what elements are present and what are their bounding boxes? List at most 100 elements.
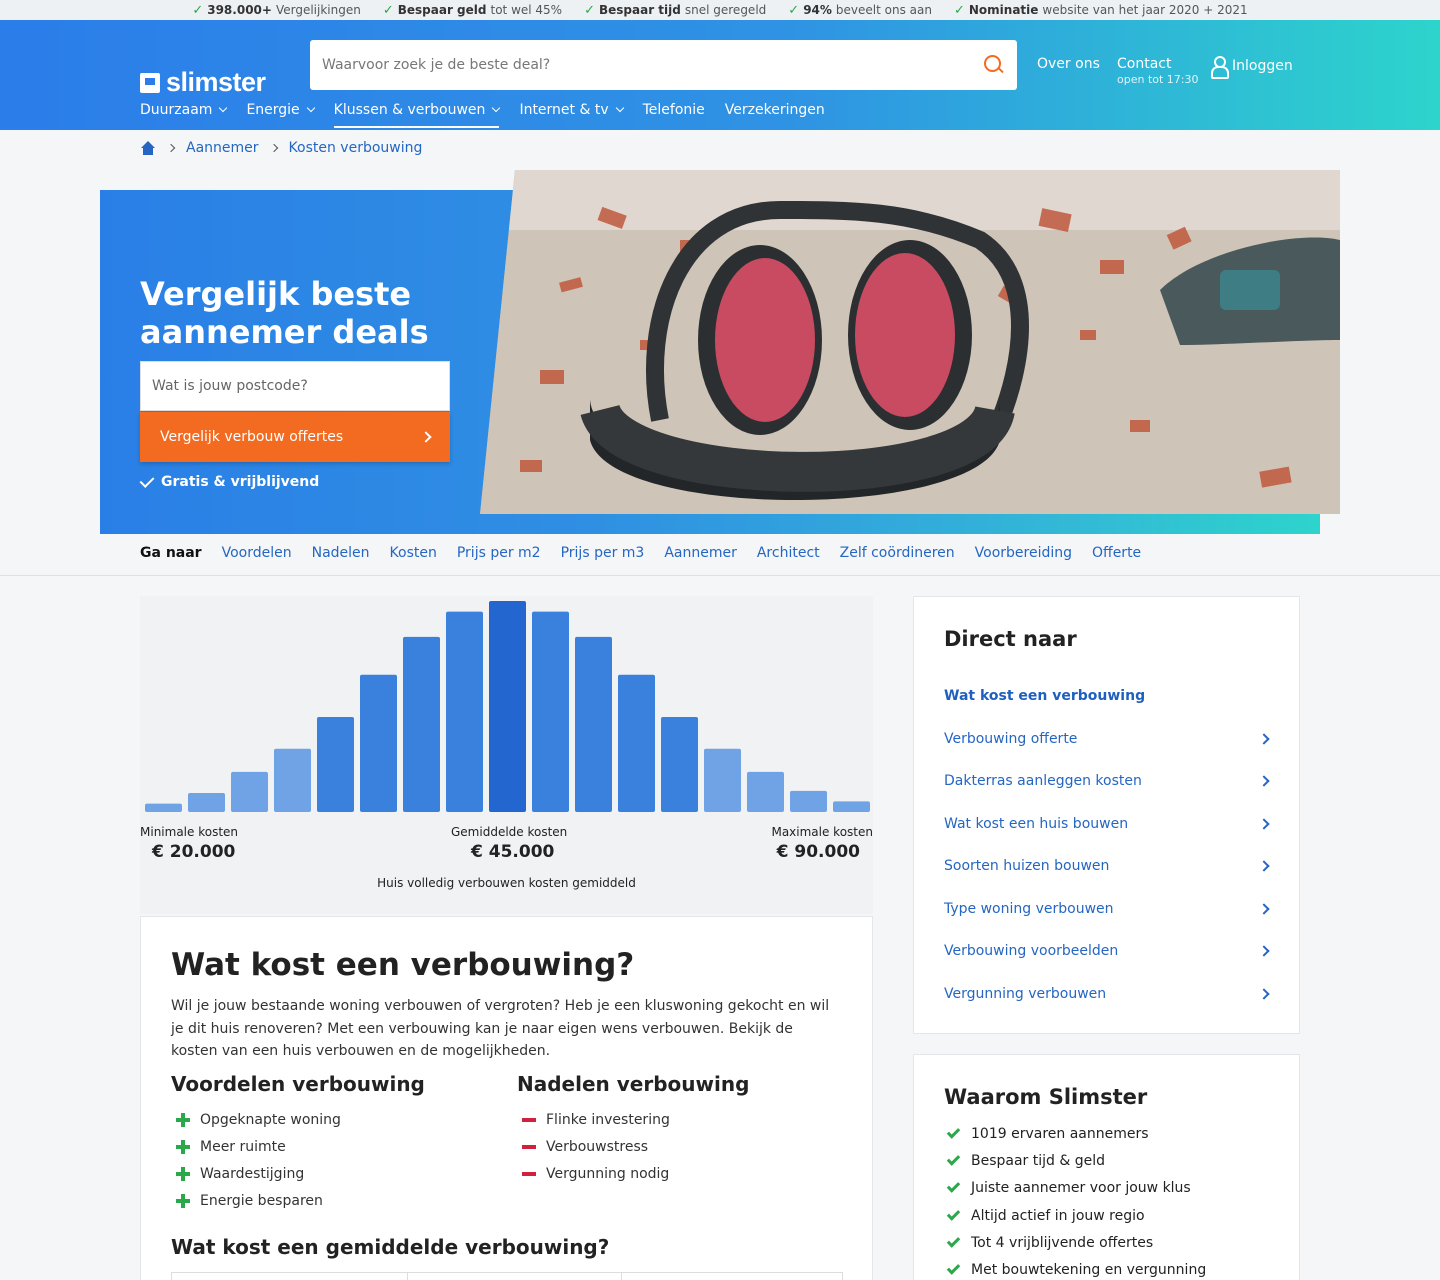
direct-item[interactable]: Vergunning verbouwen	[944, 973, 1274, 1016]
goto-nadelen[interactable]: Nadelen	[312, 545, 370, 561]
logo-mark-icon	[140, 72, 160, 93]
histogram-bar	[704, 748, 741, 812]
chevron-down-icon	[492, 103, 501, 113]
postcode-field	[140, 361, 450, 411]
histogram-bar	[661, 717, 698, 812]
histogram-bar	[360, 674, 397, 812]
nav-internet-tv[interactable]: Internet & tv	[519, 100, 624, 128]
goto-label: Ga naar	[140, 545, 202, 561]
login-button[interactable]: Inloggen	[1210, 56, 1293, 79]
chart-caption: Huis volledig verbouwen kosten gemiddeld	[377, 876, 636, 890]
direct-item[interactable]: Type woning verbouwen	[944, 888, 1274, 931]
main-nav: Duurzaam Energie Klussen & verbouwen Int…	[140, 100, 845, 128]
direct-item[interactable]: Verbouwing offerte	[944, 718, 1274, 761]
goto-voorbereiding[interactable]: Voorbereiding	[975, 545, 1072, 561]
direct-naar-card: Direct naar Wat kost een verbouwing Verb…	[913, 596, 1300, 1034]
chevron-right-icon	[1258, 988, 1270, 1000]
min-cost-value: € 20.000	[152, 842, 236, 862]
plus-icon	[176, 1166, 190, 1181]
goto-prijs-per-m2[interactable]: Prijs per m2	[457, 545, 541, 561]
histogram-bar	[403, 636, 440, 812]
chevron-right-icon	[420, 431, 432, 443]
goto-voordelen[interactable]: Voordelen	[222, 545, 292, 561]
pros-block: Voordelen verbouwing Opgeknapte woning M…	[171, 1072, 425, 1214]
goto-architect[interactable]: Architect	[757, 545, 820, 561]
plus-icon	[176, 1139, 190, 1154]
logo[interactable]: slimster	[140, 67, 266, 98]
waarom-item: Altijd actief in jouw regio	[944, 1202, 1206, 1229]
pro-item: Waardestijging	[171, 1160, 425, 1187]
min-cost-label: Minimale kosten	[140, 825, 239, 839]
avg-cost-label: Gemiddelde kosten	[451, 825, 568, 839]
breadcrumb-aannemer[interactable]: Aannemer	[186, 140, 259, 156]
histogram-bar	[145, 803, 182, 812]
site-header: slimster Over ons Contactopen tot 17:30 …	[0, 20, 1440, 130]
chevron-right-icon	[269, 143, 278, 153]
ear-protection-illustration	[480, 170, 1340, 514]
over-ons-link[interactable]: Over ons	[1037, 56, 1100, 72]
check-icon	[946, 1152, 961, 1166]
histogram-bar	[618, 674, 655, 812]
direct-item[interactable]: Wat kost een verbouwing	[944, 675, 1274, 718]
histogram-bar	[274, 748, 311, 812]
chevron-right-icon	[1258, 733, 1270, 745]
cost-table	[171, 1272, 843, 1280]
check-icon	[946, 1234, 961, 1248]
breadcrumb-kosten-verbouwing[interactable]: Kosten verbouwing	[289, 140, 423, 156]
search-input[interactable]	[322, 57, 983, 73]
search-icon[interactable]	[983, 54, 1005, 76]
home-icon[interactable]	[140, 141, 156, 155]
histogram-bar	[231, 771, 268, 812]
cons-block: Nadelen verbouwing Flinke investering Ve…	[517, 1072, 749, 1187]
pro-item: Opgeknapte woning	[171, 1106, 425, 1133]
waarom-slimster-card: Waarom Slimster 1019 ervaren aannemers B…	[913, 1054, 1300, 1280]
chevron-down-icon	[219, 103, 228, 113]
minus-icon	[522, 1117, 536, 1122]
max-cost-label: Maximale kosten	[771, 825, 873, 839]
nav-duurzaam[interactable]: Duurzaam	[140, 100, 228, 128]
pro-item: Meer ruimte	[171, 1133, 425, 1160]
histogram-bar	[747, 771, 784, 812]
histogram-bar	[489, 601, 526, 812]
waarom-item: Juiste aannemer voor jouw klus	[944, 1175, 1206, 1202]
pro-item: Energie besparen	[171, 1187, 425, 1214]
waarom-title: Waarom Slimster	[944, 1085, 1148, 1109]
contact-link[interactable]: Contact open tot 17:30	[1117, 56, 1199, 86]
nav-energie[interactable]: Energie	[246, 100, 315, 128]
direct-item[interactable]: Verbouwing voorbeelden	[944, 930, 1274, 973]
direct-item[interactable]: Soorten huizen bouwen	[944, 845, 1274, 888]
plus-icon	[176, 1193, 190, 1208]
nav-verzekeringen[interactable]: Verzekeringen	[725, 100, 825, 128]
direct-item[interactable]: Wat kost een huis bouwen	[944, 803, 1274, 846]
goto-bar: Ga naar Voordelen Nadelen Kosten Prijs p…	[0, 534, 1440, 576]
check-icon	[946, 1261, 961, 1275]
waarom-item: Bespaar tijd & geld	[944, 1147, 1206, 1174]
con-item: Vergunning nodig	[517, 1160, 749, 1187]
hero-image	[480, 170, 1340, 514]
histogram-bar	[790, 790, 827, 812]
direct-item[interactable]: Dakterras aanleggen kosten	[944, 760, 1274, 803]
avg-cost-value: € 45.000	[471, 842, 555, 862]
con-item: Flinke investering	[517, 1106, 749, 1133]
waarom-item: Met bouwtekening en vergunning	[944, 1256, 1206, 1280]
goto-zelf-coordineren[interactable]: Zelf coördineren	[840, 545, 955, 561]
cons-title: Nadelen verbouwing	[517, 1072, 750, 1096]
article-title: Wat kost een verbouwing?	[171, 947, 635, 983]
chevron-right-icon	[1258, 775, 1270, 787]
goto-offerte[interactable]: Offerte	[1092, 545, 1141, 561]
histogram-bar	[833, 801, 870, 812]
chevron-right-icon	[1258, 903, 1270, 915]
compare-offers-button[interactable]: Vergelijk verbouw offertes	[140, 412, 450, 462]
usp-item: ✓ Bespaar tijd snel geregeld	[584, 2, 767, 18]
postcode-input[interactable]	[152, 378, 438, 394]
histogram-bar	[532, 611, 569, 812]
goto-kosten[interactable]: Kosten	[390, 545, 437, 561]
hero-title: Vergelijk beste aannemer deals	[140, 275, 429, 351]
histogram	[145, 601, 870, 812]
waarom-item: Tot 4 vrijblijvende offertes	[944, 1229, 1206, 1256]
nav-telefonie[interactable]: Telefonie	[643, 100, 705, 128]
check-icon	[946, 1124, 961, 1139]
nav-klussen-verbouwen[interactable]: Klussen & verbouwen	[333, 100, 501, 128]
goto-prijs-per-m3[interactable]: Prijs per m3	[561, 545, 645, 561]
goto-aannemer[interactable]: Aannemer	[664, 545, 737, 561]
